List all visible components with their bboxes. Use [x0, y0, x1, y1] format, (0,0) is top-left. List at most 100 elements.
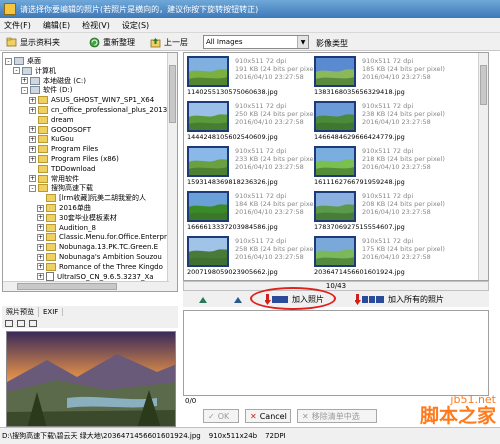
tree-item[interactable]: - 桌面 — [5, 56, 41, 66]
tree-item[interactable]: - 计算机 — [13, 66, 56, 76]
menu-edit[interactable]: 编辑(E) — [43, 20, 70, 31]
tree-item[interactable]: - 搜狗高速下载 — [29, 183, 93, 193]
tree-horizontal-scrollbar[interactable] — [3, 281, 169, 291]
tree-item[interactable]: + Program Files — [29, 144, 98, 154]
expand-icon[interactable]: + — [37, 273, 44, 281]
tree-item[interactable]: + Program Files (x86) — [29, 154, 119, 164]
tab-photo-preview[interactable]: 照片预览 — [2, 307, 39, 317]
tree-hscroll-thumb[interactable] — [17, 283, 117, 290]
menu-settings[interactable]: 设定(S) — [122, 20, 149, 31]
tree-item[interactable]: + KuGou — [29, 134, 74, 144]
thumbs-scroll-thumb[interactable] — [480, 65, 487, 105]
tree-item[interactable]: + Nobunaga.13.PK.TC.Green.E — [37, 242, 158, 252]
thumbnail-size: 185 KB (24 bits per pixel) — [362, 65, 445, 73]
expand-icon[interactable]: + — [29, 135, 36, 143]
tree-item[interactable]: + Classic.Menu.for.Office.Enterpr — [37, 232, 167, 242]
expand-icon[interactable]: + — [29, 106, 36, 114]
tree-item[interactable]: + Romance of the Three Kingdo — [37, 262, 163, 272]
fullsize-icon[interactable] — [29, 319, 37, 327]
thumbnail-meta: 910x511 72 dpi 185 KB (24 bits per pixel)… — [362, 57, 445, 81]
expand-icon[interactable]: + — [37, 224, 44, 232]
drive-icon — [22, 66, 32, 75]
thumbnail-size: 191 KB (24 bits per pixel) — [235, 65, 318, 73]
up-level-button[interactable]: 上一层 — [150, 35, 188, 49]
drive-icon — [30, 86, 40, 95]
remove-from-list-button[interactable]: ✕ 移除清单中选 — [297, 409, 377, 423]
tree-item[interactable]: dream — [29, 115, 74, 125]
thumbnail-date: 2016/04/10 23:27:58 — [362, 73, 431, 81]
tree-item[interactable]: + 本地磁盘 (C:) — [21, 76, 86, 86]
show-folders-button[interactable]: 显示资料夹 — [6, 35, 60, 49]
collapse-icon[interactable]: - — [29, 184, 36, 192]
thumbnail-meta: 910x511 72 dpi 184 KB (24 bits per pixel)… — [235, 192, 318, 216]
expand-icon[interactable]: + — [29, 145, 36, 153]
ok-button[interactable]: ✓ OK — [203, 409, 239, 423]
expand-icon[interactable]: + — [37, 253, 44, 261]
folder-tree[interactable]: - 桌面 - 计算机 + 本地磁盘 (C:) - 软件 (D:) + ASUS_GHOST_WIN… — [2, 52, 178, 292]
tree-scroll-thumb[interactable] — [169, 65, 176, 123]
thumbnail-date: 2016/04/10 23:27:58 — [362, 208, 431, 216]
expand-icon[interactable]: + — [29, 96, 36, 104]
expand-icon[interactable]: + — [29, 155, 36, 163]
cancel-button[interactable]: ✕ Cancel — [245, 409, 291, 423]
thumbnail-size: 258 KB (24 bits per pixel) — [235, 245, 318, 253]
selected-photos-list[interactable] — [183, 310, 489, 396]
thumbnail-size: 218 KB (24 bits per pixel) — [362, 155, 445, 163]
refresh-button[interactable]: 重新整理 — [89, 35, 135, 49]
tree-item[interactable]: + 常用软件 — [29, 174, 79, 184]
tree-item-label: 30套毕业模板素材 — [59, 213, 117, 222]
status-dpi: 72DPI — [265, 432, 286, 440]
folder-icon — [38, 106, 48, 114]
tab-exif[interactable]: EXIF — [39, 308, 64, 316]
thumbnail-image — [314, 191, 356, 222]
tree-item[interactable]: + Nobunaga's Ambition Souzou — [37, 252, 162, 262]
tree-item[interactable]: + ASUS_GHOST_WIN7_SP1_X64 — [29, 95, 154, 105]
thumbnail-item[interactable]: 910x511 72 dpi 185 KB (24 bits per pixel)… — [312, 54, 467, 96]
tree-item-label: Romance of the Three Kingdo — [59, 262, 163, 271]
thumbnail-grid[interactable]: 910x511 72 dpi 191 KB (24 bits per pixel)… — [183, 52, 489, 281]
thumbnail-image — [314, 146, 356, 177]
tree-item[interactable]: TDDownload — [29, 164, 95, 174]
preview-tabs: 照片预览 EXIF — [2, 306, 178, 318]
image-type-select[interactable]: All Images ▼ — [203, 35, 309, 49]
expand-icon[interactable]: + — [29, 126, 36, 134]
zoom-icon[interactable] — [17, 319, 25, 327]
tree-item-label: TDDownload — [51, 164, 96, 173]
thumbnail-item[interactable]: 910x511 72 dpi 238 KB (24 bits per pixel)… — [312, 99, 467, 141]
folder-icon — [38, 96, 48, 105]
expand-icon[interactable]: + — [21, 77, 28, 85]
thumbs-vertical-scrollbar[interactable] — [478, 53, 488, 280]
tree-item[interactable]: +2016单曲 — [37, 203, 91, 213]
show-folders-label: 显示资料夹 — [20, 37, 60, 47]
rotate-left-button[interactable] — [198, 293, 208, 306]
collapse-icon[interactable]: - — [5, 57, 12, 65]
expand-icon[interactable]: + — [37, 214, 44, 222]
tree-item[interactable]: [lrm收藏]阮美二胡我爱的人 — [37, 193, 146, 203]
expand-icon[interactable]: + — [37, 204, 44, 212]
thumbnail-filename: 1611162766791959248.jpg — [314, 178, 405, 186]
menu-view[interactable]: 检视(V) — [82, 20, 110, 31]
tree-item[interactable]: - 软件 (D:) — [21, 85, 72, 95]
tree-item[interactable]: +30套毕业模板素材 — [37, 213, 117, 223]
tree-item-label: 软件 (D:) — [43, 86, 73, 95]
collapse-icon[interactable]: - — [13, 67, 20, 75]
rotate-right-button[interactable] — [233, 293, 243, 306]
expand-icon[interactable]: + — [37, 243, 44, 251]
tree-vertical-scrollbar[interactable] — [167, 53, 177, 291]
collapse-icon[interactable]: - — [21, 86, 28, 94]
expand-icon[interactable]: + — [29, 175, 36, 183]
thumbnail-item[interactable]: 910x511 72 dpi 208 KB (24 bits per pixel)… — [312, 189, 467, 231]
fit-icon[interactable] — [5, 319, 13, 327]
expand-icon[interactable]: + — [37, 263, 44, 271]
refresh-icon — [89, 37, 100, 47]
tree-item[interactable]: + GOODSOFT — [29, 125, 91, 135]
tree-item[interactable]: + Audition_8 — [37, 223, 96, 233]
chevron-down-icon[interactable]: ▼ — [297, 36, 308, 48]
menu-file[interactable]: 文件(F) — [4, 20, 31, 31]
thumbnail-item[interactable]: 910x511 72 dpi 175 KB (24 bits per pixel)… — [312, 234, 467, 276]
thumbnail-item[interactable]: 910x511 72 dpi 218 KB (24 bits per pixel)… — [312, 144, 467, 186]
expand-icon[interactable]: + — [37, 233, 44, 241]
thumbnail-dims: 910x511 72 dpi — [235, 147, 287, 155]
tree-item[interactable]: + cn_office_professional_plus_2013 — [29, 105, 167, 115]
add-all-photos-button[interactable]: 加入所有的照片 — [355, 293, 444, 306]
